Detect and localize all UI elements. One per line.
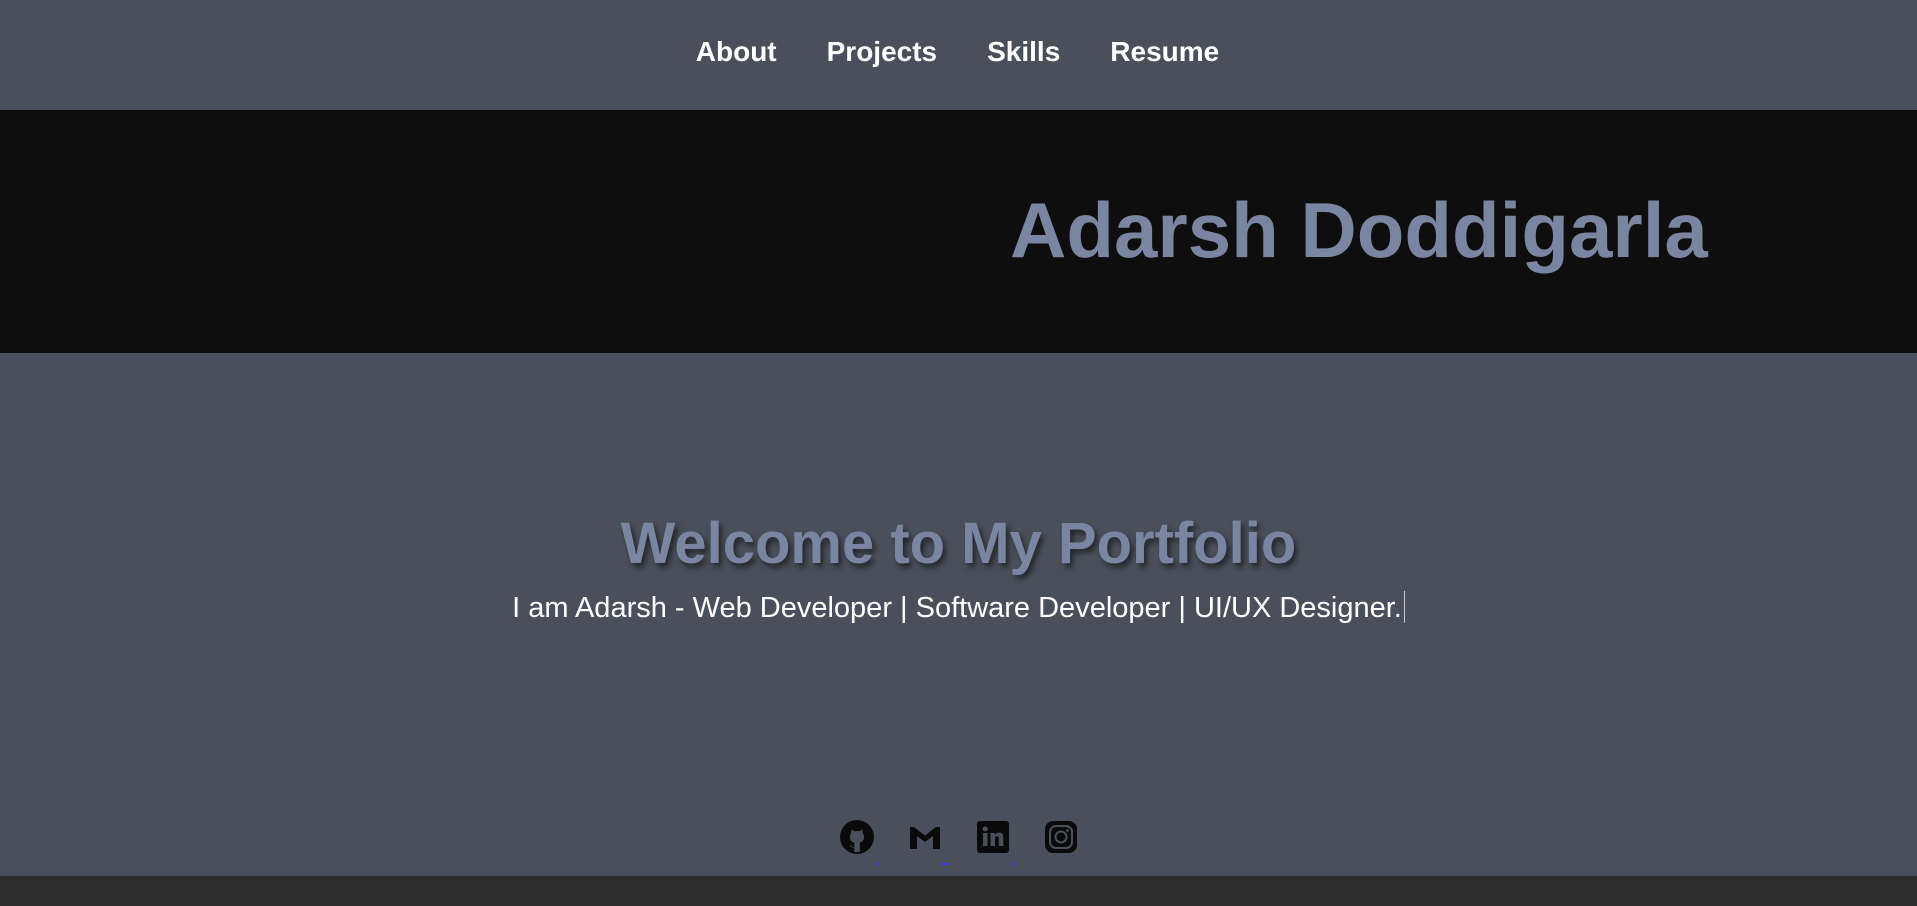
- github-link-underline: [874, 863, 879, 865]
- github-link[interactable]: [839, 819, 879, 865]
- hero-subtitle: I am Adarsh - Web Developer | Software D…: [0, 591, 1917, 625]
- instagram-icon: [1043, 819, 1079, 855]
- nav-menu: About Projects Skills Resume: [696, 36, 1219, 68]
- gmail-icon: [907, 819, 943, 855]
- linkedin-link[interactable]: [975, 819, 1015, 865]
- gmail-link-underline: [940, 863, 949, 865]
- site-owner-name: Adarsh Doddigarla: [1010, 186, 1708, 274]
- name-banner: Adarsh Doddigarla: [0, 110, 1917, 353]
- hero-section: Welcome to My Portfolio I am Adarsh - We…: [0, 353, 1917, 876]
- gmail-link[interactable]: [907, 819, 949, 865]
- social-links: [0, 819, 1917, 865]
- github-icon: [839, 819, 875, 855]
- top-navigation: About Projects Skills Resume: [0, 0, 1917, 110]
- page-footer: [0, 876, 1917, 906]
- nav-link-projects[interactable]: Projects: [827, 36, 938, 67]
- typing-caret: [1403, 591, 1405, 623]
- nav-link-resume[interactable]: Resume: [1110, 36, 1219, 67]
- linkedin-icon: [975, 819, 1011, 855]
- instagram-link[interactable]: [1043, 819, 1079, 855]
- nav-link-skills[interactable]: Skills: [987, 36, 1060, 67]
- hero-title: Welcome to My Portfolio: [620, 511, 1297, 576]
- typed-text: I am Adarsh - Web Developer | Software D…: [512, 592, 1402, 624]
- nav-link-about[interactable]: About: [696, 36, 777, 67]
- linkedin-link-underline: [1010, 863, 1015, 865]
